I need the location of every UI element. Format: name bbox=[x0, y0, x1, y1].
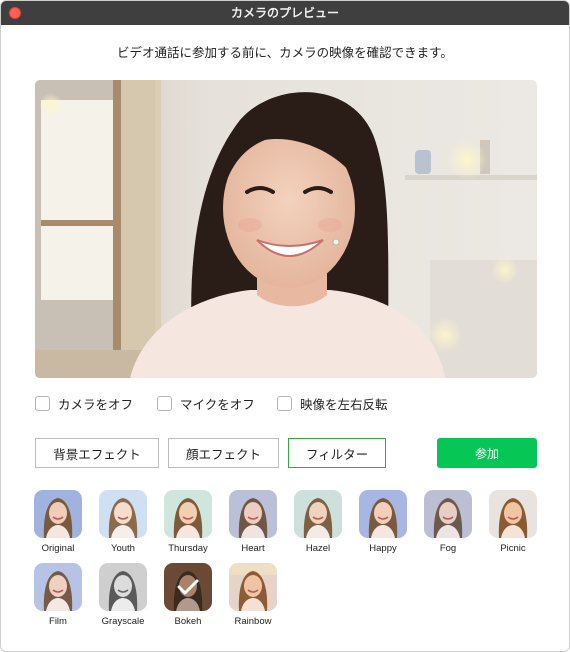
filter-label: Rainbow bbox=[234, 616, 272, 627]
filter-thursday[interactable]: Thursday bbox=[160, 490, 216, 554]
mirror-video-checkbox[interactable] bbox=[277, 396, 292, 411]
filter-thumbnail[interactable] bbox=[424, 490, 472, 538]
filter-label: Grayscale bbox=[101, 616, 145, 627]
portrait-icon bbox=[99, 563, 147, 611]
portrait-icon bbox=[229, 563, 277, 611]
portrait-icon bbox=[99, 490, 147, 538]
camera-preview-window: カメラのプレビュー ビデオ通話に参加する前に、カメラの映像を確認できます。 カメ… bbox=[0, 0, 570, 652]
filter-label: Youth bbox=[111, 543, 135, 554]
window-title: カメラのプレビュー bbox=[230, 6, 339, 20]
filter-label: Fog bbox=[439, 543, 457, 554]
title-bar: カメラのプレビュー bbox=[1, 1, 569, 25]
filter-label: Bokeh bbox=[174, 616, 202, 627]
filter-thumbnail[interactable] bbox=[229, 563, 277, 611]
tab-filters[interactable]: フィルター bbox=[288, 438, 386, 468]
portrait-icon bbox=[34, 563, 82, 611]
filter-thumbnail[interactable] bbox=[99, 490, 147, 538]
filter-thumbnail[interactable] bbox=[359, 490, 407, 538]
filter-happy[interactable]: Happy bbox=[355, 490, 411, 554]
selected-checkmark-icon bbox=[164, 563, 212, 611]
filter-label: Hazel bbox=[305, 543, 331, 554]
mic-off-label: マイクをオフ bbox=[180, 397, 255, 412]
portrait-icon bbox=[34, 490, 82, 538]
camera-preview bbox=[35, 80, 537, 378]
portrait-icon bbox=[229, 490, 277, 538]
filter-original[interactable]: Original bbox=[30, 490, 86, 554]
mirror-video-option[interactable]: 映像を左右反転 bbox=[277, 394, 388, 413]
filter-thumbnail[interactable] bbox=[164, 563, 212, 611]
filter-hazel[interactable]: Hazel bbox=[290, 490, 346, 554]
mic-off-option[interactable]: マイクをオフ bbox=[157, 394, 255, 413]
filter-thumbnail[interactable] bbox=[34, 490, 82, 538]
portrait-icon bbox=[424, 490, 472, 538]
filter-bokeh[interactable]: Bokeh bbox=[160, 563, 216, 627]
filter-picnic[interactable]: Picnic bbox=[485, 490, 541, 554]
filter-grayscale[interactable]: Grayscale bbox=[95, 563, 151, 627]
portrait-icon bbox=[164, 490, 212, 538]
filter-thumbnail[interactable] bbox=[34, 563, 82, 611]
portrait-icon bbox=[294, 490, 342, 538]
filter-fog[interactable]: Fog bbox=[420, 490, 476, 554]
filter-label: Picnic bbox=[500, 543, 526, 554]
filter-label: Film bbox=[49, 616, 67, 627]
filter-thumbnail[interactable] bbox=[164, 490, 212, 538]
filter-thumbnail[interactable] bbox=[229, 490, 277, 538]
camera-preview-image bbox=[35, 80, 537, 378]
filter-youth[interactable]: Youth bbox=[95, 490, 151, 554]
intro-text: ビデオ通話に参加する前に、カメラの映像を確認できます。 bbox=[117, 45, 453, 60]
portrait-icon bbox=[489, 490, 537, 538]
mic-off-checkbox[interactable] bbox=[157, 396, 172, 411]
camera-off-label: カメラをオフ bbox=[58, 397, 134, 412]
camera-off-option[interactable]: カメラをオフ bbox=[35, 394, 133, 413]
filter-film[interactable]: Film bbox=[30, 563, 86, 627]
filter-label: Thursday bbox=[168, 543, 208, 554]
tab-face-effects[interactable]: 顔エフェクト bbox=[168, 438, 279, 468]
portrait-icon bbox=[359, 490, 407, 538]
filter-thumbnail[interactable] bbox=[294, 490, 342, 538]
camera-off-checkbox[interactable] bbox=[35, 396, 50, 411]
filter-thumbnail[interactable] bbox=[99, 563, 147, 611]
filter-thumbnail[interactable] bbox=[489, 490, 537, 538]
filter-label: Happy bbox=[369, 543, 397, 554]
mirror-video-label: 映像を左右反転 bbox=[300, 397, 388, 412]
filter-heart[interactable]: Heart bbox=[225, 490, 281, 554]
join-button[interactable]: 参加 bbox=[437, 438, 537, 468]
filter-label: Heart bbox=[241, 543, 265, 554]
tab-background-effects[interactable]: 背景エフェクト bbox=[35, 438, 159, 468]
filter-label: Original bbox=[41, 543, 75, 554]
filter-rainbow[interactable]: Rainbow bbox=[225, 563, 281, 627]
